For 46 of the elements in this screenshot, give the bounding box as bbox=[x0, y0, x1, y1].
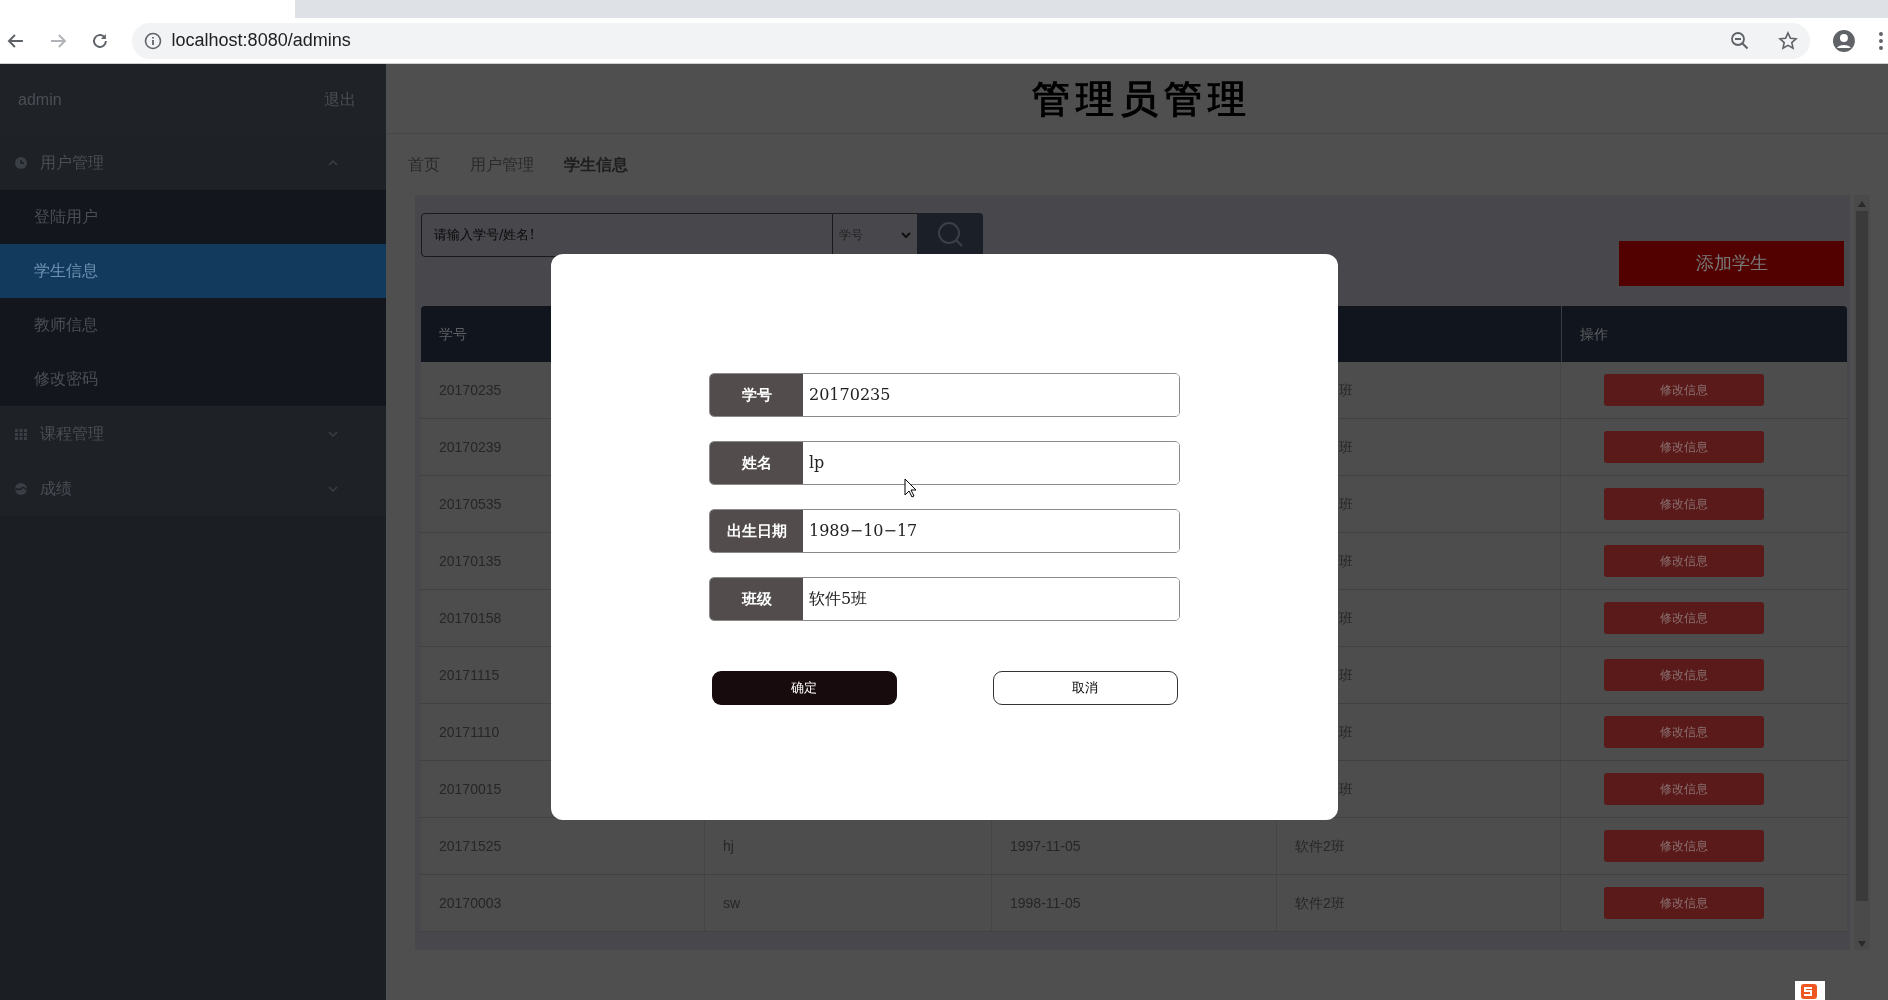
menu-item[interactable]: 学生信息 bbox=[0, 244, 386, 298]
zoom-out-icon[interactable] bbox=[1730, 30, 1751, 51]
edit-button[interactable]: 修改信息 bbox=[1604, 602, 1764, 634]
grid-icon bbox=[14, 426, 28, 441]
edit-button[interactable]: 修改信息 bbox=[1604, 887, 1764, 919]
chevron-down-icon bbox=[328, 485, 338, 492]
search-field[interactable]: 请输入学号/姓名! bbox=[421, 213, 833, 257]
star-icon[interactable] bbox=[1778, 30, 1799, 51]
edit-button[interactable]: 修改信息 bbox=[1604, 830, 1764, 862]
edit-button[interactable]: 修改信息 bbox=[1604, 488, 1764, 520]
edit-button[interactable]: 修改信息 bbox=[1604, 773, 1764, 805]
chevron-up-icon bbox=[328, 159, 338, 166]
edit-button[interactable]: 修改信息 bbox=[1604, 374, 1764, 406]
edit-button[interactable]: 修改信息 bbox=[1604, 659, 1764, 691]
form-field[interactable]: 姓名 lp bbox=[709, 441, 1180, 485]
address-bar[interactable]: localhost:8080/admins bbox=[131, 22, 1811, 59]
menu-icon[interactable] bbox=[1878, 30, 1884, 51]
search-icon bbox=[936, 222, 964, 248]
form-field[interactable]: 班级 软件5班 bbox=[709, 577, 1180, 621]
cancel-button[interactable]: 取消 bbox=[992, 671, 1178, 705]
add-student-button[interactable]: 添加学生 bbox=[1619, 241, 1844, 286]
chevron-down-icon bbox=[328, 430, 338, 437]
search-button[interactable] bbox=[917, 213, 983, 257]
form-field[interactable]: 出生日期 1989−10−17 bbox=[709, 509, 1180, 553]
info-icon bbox=[143, 31, 162, 50]
gauge-icon bbox=[14, 481, 28, 496]
edit-button[interactable]: 修改信息 bbox=[1604, 431, 1764, 463]
input-method-icon[interactable] bbox=[1795, 981, 1825, 1000]
column-header: 操作 bbox=[1580, 324, 1608, 344]
menu-item[interactable]: 登陆用户 bbox=[0, 190, 386, 244]
clock-icon bbox=[14, 155, 28, 170]
edit-button[interactable]: 修改信息 bbox=[1604, 716, 1764, 748]
form-field[interactable]: 学号 20170235 bbox=[709, 373, 1180, 417]
field-label: 出生日期 bbox=[710, 510, 803, 552]
field-label: 学号 bbox=[710, 374, 803, 416]
confirm-button[interactable]: 确定 bbox=[711, 671, 897, 705]
field-label: 姓名 bbox=[710, 442, 803, 484]
field-label: 班级 bbox=[710, 578, 803, 620]
column-header: 学号 bbox=[439, 324, 467, 344]
page-title: 管理员管理 bbox=[1032, 75, 1252, 123]
edit-button[interactable]: 修改信息 bbox=[1604, 545, 1764, 577]
caret-icon bbox=[901, 231, 911, 239]
url-text: localhost:8080/admins bbox=[171, 29, 351, 52]
account-icon[interactable] bbox=[1832, 28, 1857, 53]
cursor-icon bbox=[904, 478, 918, 498]
menu-item[interactable]: 修改密码 bbox=[0, 352, 386, 406]
